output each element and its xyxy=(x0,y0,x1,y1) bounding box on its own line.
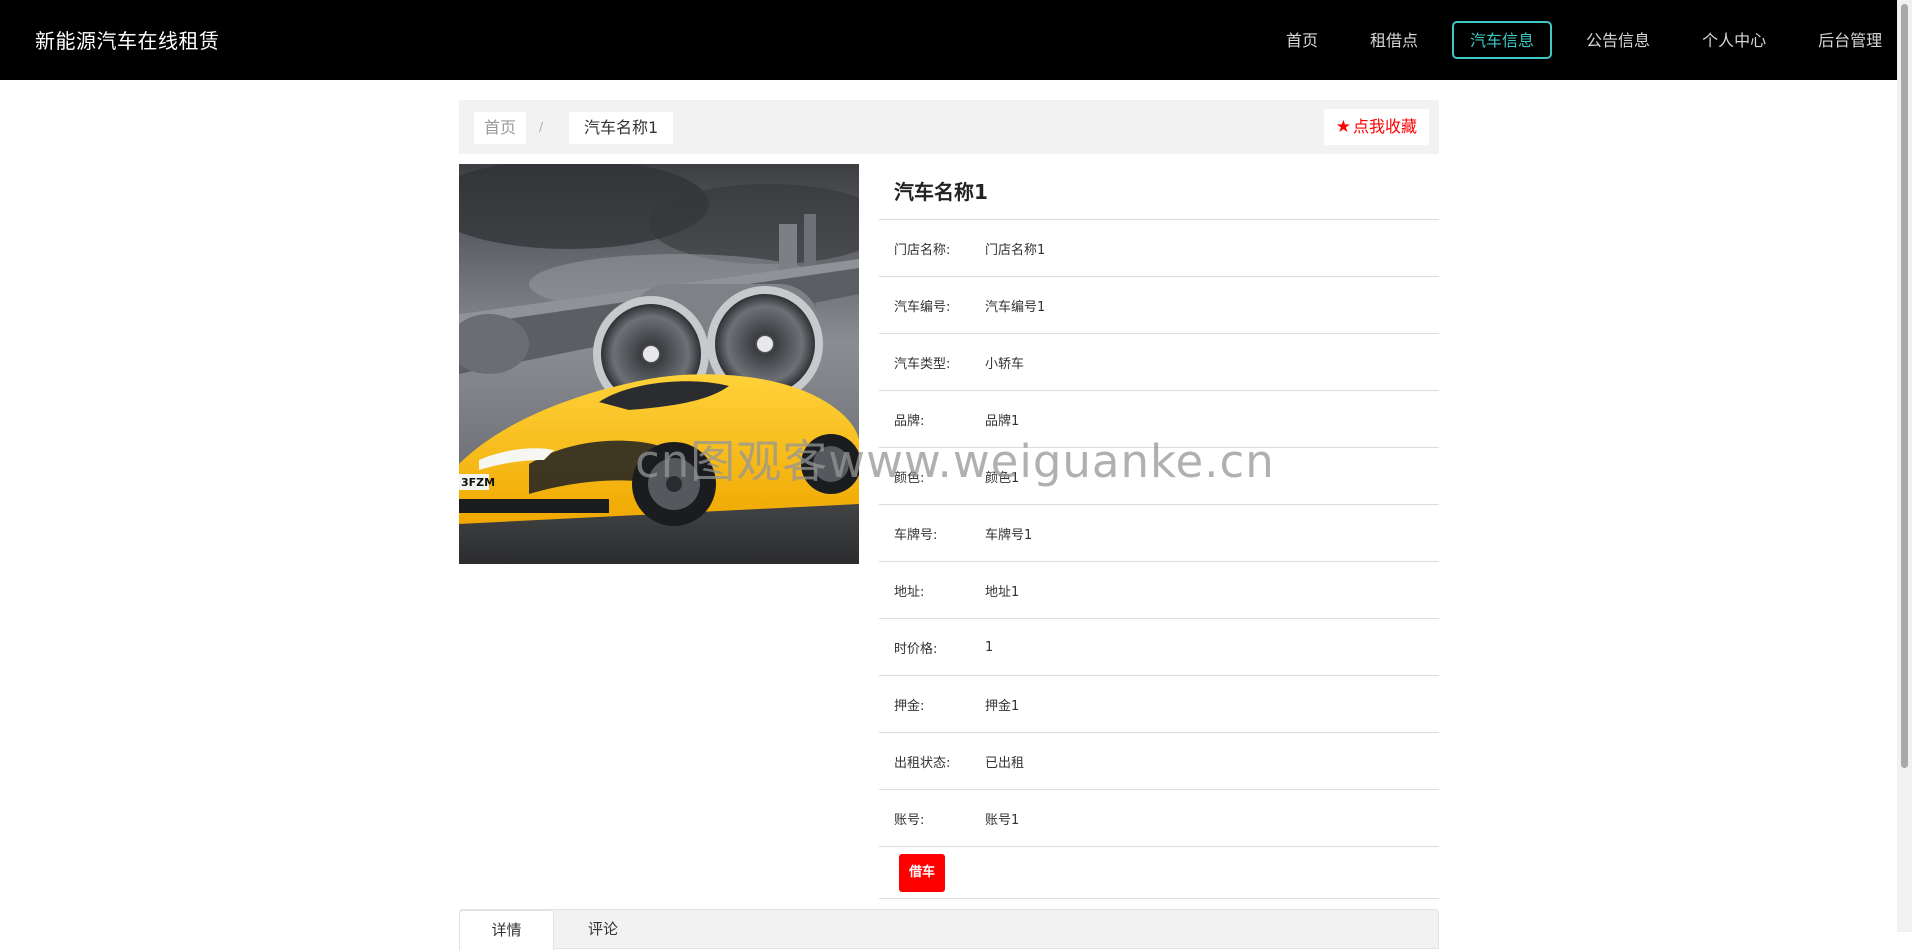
field-value: 小轿车 xyxy=(985,356,1025,372)
nav-item-car-info[interactable]: 汽车信息 xyxy=(1452,21,1553,59)
field-label: 颜色: xyxy=(894,470,925,486)
field-row-rental-status: 出租状态: 已出租 xyxy=(879,733,1439,790)
field-value: 品牌1 xyxy=(985,413,1020,429)
nav-item-personal-center[interactable]: 个人中心 xyxy=(1684,21,1784,59)
field-label: 地址: xyxy=(894,584,925,600)
action-row: 借车 xyxy=(879,847,1439,899)
field-label: 时价格: xyxy=(894,641,938,657)
field-row-car-number: 汽车编号: 汽车编号1 xyxy=(879,277,1439,334)
nav-item-home[interactable]: 首页 xyxy=(1268,21,1336,59)
favorite-button[interactable]: ★ 点我收藏 xyxy=(1323,109,1429,145)
breadcrumb-current: 汽车名称1 xyxy=(569,112,674,144)
detail-tabs: 详情 评论 xyxy=(459,909,1439,950)
field-row-car-type: 汽车类型: 小轿车 xyxy=(879,334,1439,391)
field-value: 颜色1 xyxy=(985,470,1020,486)
field-value: 地址1 xyxy=(985,584,1020,600)
field-value: 账号1 xyxy=(985,812,1020,828)
tab-comments[interactable]: 评论 xyxy=(588,910,618,950)
scrollbar-thumb[interactable] xyxy=(1901,4,1908,768)
top-nav-bar: 新能源汽车在线租赁 首页 租借点 汽车信息 公告信息 个人中心 后台管理 xyxy=(0,0,1897,80)
breadcrumb-home-link[interactable]: 首页 xyxy=(474,112,527,144)
field-row-hourly-price: 时价格: 1 xyxy=(879,619,1439,676)
tab-details[interactable]: 详情 xyxy=(459,910,554,950)
field-label: 车牌号: xyxy=(894,527,938,543)
field-row-plate-number: 车牌号: 车牌号1 xyxy=(879,505,1439,562)
field-row-deposit: 押金: 押金1 xyxy=(879,676,1439,733)
field-value: 汽车编号1 xyxy=(985,299,1046,315)
borrow-car-button[interactable]: 借车 xyxy=(899,853,946,892)
field-row-account: 账号: 账号1 xyxy=(879,790,1439,847)
breadcrumb-separator: / xyxy=(539,120,544,134)
field-label: 出租状态: xyxy=(894,755,951,771)
field-row-address: 地址: 地址1 xyxy=(879,562,1439,619)
car-title: 汽车名称1 xyxy=(879,164,1439,220)
car-detail-panel: 汽车名称1 门店名称: 门店名称1 汽车编号: 汽车编号1 汽车类型: 小轿车 … xyxy=(879,164,1439,899)
breadcrumb: 首页 / 汽车名称1 ★ 点我收藏 xyxy=(459,100,1439,154)
field-label: 门店名称: xyxy=(894,242,951,258)
field-value: 车牌号1 xyxy=(985,527,1033,543)
field-label: 账号: xyxy=(894,812,925,828)
nav-item-admin[interactable]: 后台管理 xyxy=(1800,21,1900,59)
main-nav: 首页 租借点 汽车信息 公告信息 个人中心 后台管理 xyxy=(1260,20,1908,60)
field-row-store-name: 门店名称: 门店名称1 xyxy=(879,220,1439,277)
star-icon: ★ xyxy=(1335,117,1351,137)
field-value: 已出租 xyxy=(985,755,1025,771)
nav-item-announcements[interactable]: 公告信息 xyxy=(1568,21,1668,59)
field-row-color: 颜色: 颜色1 xyxy=(879,448,1439,505)
field-label: 汽车编号: xyxy=(894,299,951,315)
field-value: 门店名称1 xyxy=(985,242,1046,258)
page-scrollbar[interactable] xyxy=(1897,0,1912,932)
field-value: 1 xyxy=(985,639,994,655)
nav-item-rental-points[interactable]: 租借点 xyxy=(1352,21,1436,59)
site-brand[interactable]: 新能源汽车在线租赁 xyxy=(35,25,220,54)
license-plate-text: 3FZM xyxy=(461,476,495,489)
favorite-button-label: 点我收藏 xyxy=(1352,117,1417,136)
car-image: 3FZM xyxy=(459,164,859,564)
field-label: 押金: xyxy=(894,698,925,714)
field-label: 品牌: xyxy=(894,413,925,429)
field-row-brand: 品牌: 品牌1 xyxy=(879,391,1439,448)
field-label: 汽车类型: xyxy=(894,356,951,372)
field-value: 押金1 xyxy=(985,698,1020,714)
